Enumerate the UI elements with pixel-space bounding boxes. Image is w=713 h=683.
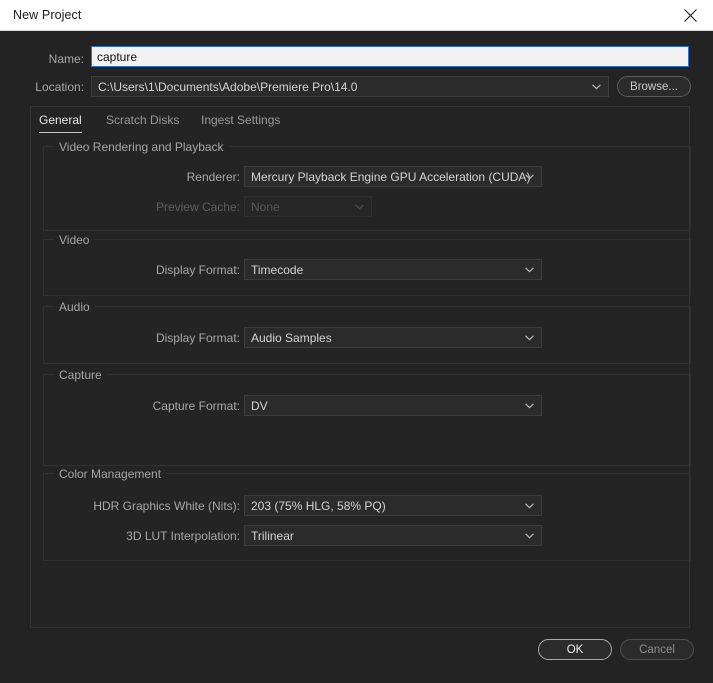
group-legend-color-management: Color Management [54,467,167,481]
group-legend-video-rendering: Video Rendering and Playback [54,140,229,154]
hdr-graphics-white-label: HDR Graphics White (Nits): [93,499,240,513]
name-input[interactable] [91,46,689,67]
audio-display-format-label: Display Format: [155,331,240,345]
new-project-dialog: New Project Name: Location: C:\Users\1\D… [0,0,713,683]
preview-cache-value: None [251,200,280,214]
window-title: New Project [13,8,82,22]
renderer-value: Mercury Playback Engine GPU Acceleration… [251,170,531,184]
preview-cache-label: Preview Cache: [155,200,240,214]
group-legend-audio: Audio [54,300,95,314]
video-display-format-value: Timecode [251,263,304,277]
ok-button[interactable]: OK [538,639,612,660]
location-label: Location: [35,80,84,94]
chevron-down-icon [525,402,534,409]
hdr-graphics-white-dropdown[interactable]: 203 (75% HLG, 58% PQ) [244,495,542,516]
close-icon[interactable] [667,0,713,30]
capture-format-value: DV [251,399,268,413]
group-audio: Audio Display Format: Audio Samples [43,300,691,364]
renderer-label: Renderer: [186,170,240,184]
settings-panel: General Scratch Disks Ingest Settings Vi… [30,106,691,628]
audio-display-format-dropdown[interactable]: Audio Samples [244,327,542,348]
group-legend-capture: Capture [54,368,107,382]
close-icon-glyph [683,8,697,22]
chevron-down-icon [355,203,364,210]
lut-interpolation-label: 3D LUT Interpolation: [126,529,240,543]
audio-display-format-value: Audio Samples [251,331,332,345]
tab-general[interactable]: General [39,113,82,133]
video-display-format-dropdown[interactable]: Timecode [244,259,542,280]
chevron-down-icon [525,502,534,509]
browse-button[interactable]: Browse... [617,76,691,97]
group-legend-video: Video [54,233,95,247]
location-dropdown[interactable]: C:\Users\1\Documents\Adobe\Premiere Pro\… [91,76,609,97]
preview-cache-dropdown: None [244,196,372,217]
location-value: C:\Users\1\Documents\Adobe\Premiere Pro\… [98,80,358,94]
tab-strip: General Scratch Disks Ingest Settings [31,107,689,137]
cancel-button[interactable]: Cancel [620,639,694,660]
chevron-down-icon [525,173,534,180]
titlebar: New Project [0,0,713,31]
capture-format-dropdown[interactable]: DV [244,395,542,416]
group-capture: Capture Capture Format: DV [43,368,691,466]
hdr-graphics-white-value: 203 (75% HLG, 58% PQ) [251,499,386,513]
chevron-down-icon [525,532,534,539]
group-color-management: Color Management HDR Graphics White (Nit… [43,467,691,561]
tab-ingest-settings[interactable]: Ingest Settings [201,113,280,132]
name-label: Name: [48,52,84,66]
group-video: Video Display Format: Timecode [43,233,691,296]
chevron-down-icon [525,266,534,273]
tab-scratch-disks[interactable]: Scratch Disks [106,113,179,132]
capture-format-label: Capture Format: [152,399,240,413]
video-display-format-label: Display Format: [155,263,240,277]
lut-interpolation-dropdown[interactable]: Trilinear [244,525,542,546]
chevron-down-icon [592,83,601,90]
renderer-dropdown[interactable]: Mercury Playback Engine GPU Acceleration… [244,166,542,187]
chevron-down-icon [525,334,534,341]
group-video-rendering: Video Rendering and Playback Renderer: M… [43,140,691,231]
lut-interpolation-value: Trilinear [251,529,294,543]
